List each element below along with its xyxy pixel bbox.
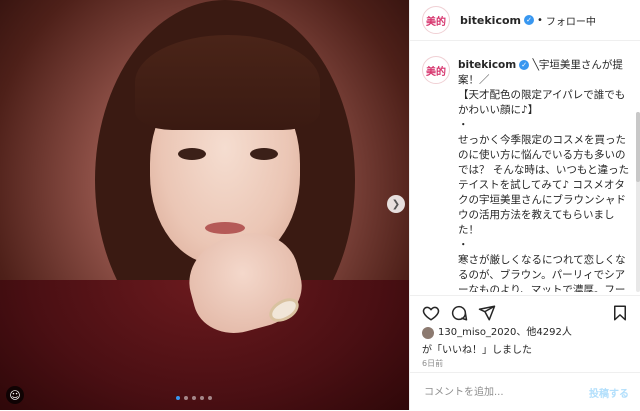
action-bar [410, 295, 640, 326]
bookmark-icon[interactable] [611, 304, 629, 322]
likes-line1[interactable]: 130_miso_2020、他4292人 [438, 326, 572, 340]
post-sidebar: 美的 bitekicom ✓ • フォロー中 美的 bitekicom ✓ ╲宇垣… [409, 0, 640, 410]
post-timestamp[interactable]: 6日前 [422, 358, 443, 369]
verified-icon: ✓ [519, 60, 530, 70]
likes-line2: が「いいね！」しました [422, 345, 532, 356]
share-icon[interactable] [478, 304, 496, 322]
account-username[interactable]: bitekicom [460, 14, 521, 27]
avatar[interactable]: 美的 [422, 6, 450, 34]
comment-icon[interactable] [450, 304, 468, 322]
caption-avatar[interactable]: 美的 [422, 56, 450, 84]
post-photo[interactable]: ❯ ☺ [0, 0, 409, 410]
carousel-dot [200, 396, 204, 400]
caption-text: bitekicom ✓ ╲宇垣美里さんが提案！／ 【天才配色の限定アイパレで誰でも… [458, 58, 634, 292]
carousel-dot [192, 396, 196, 400]
caption-scrollbar[interactable] [636, 112, 640, 292]
heart-icon[interactable] [422, 304, 440, 322]
following-button[interactable]: フォロー中 [546, 13, 596, 28]
caption-username[interactable]: bitekicom [458, 59, 516, 71]
verified-icon: ✓ [524, 15, 534, 25]
comment-box: 投稿する [410, 372, 640, 411]
caption-area: 美的 bitekicom ✓ ╲宇垣美里さんが提案！／ 【天才配色の限定アイパレで… [410, 52, 640, 292]
chevron-right-icon[interactable]: ❯ [387, 195, 405, 213]
likes-summary: 130_miso_2020、他4292人 [422, 326, 637, 340]
liker-avatar[interactable] [422, 327, 434, 339]
carousel-dot [184, 396, 188, 400]
carousel-dot [176, 396, 180, 400]
carousel-dot [208, 396, 212, 400]
accessibility-icon[interactable]: ☺ [6, 386, 24, 404]
post-header: 美的 bitekicom ✓ • フォロー中 [410, 0, 640, 41]
comment-input[interactable] [422, 385, 586, 399]
separator-dot: • [537, 14, 543, 26]
caption-body: ╲宇垣美里さんが提案！／ 【天才配色の限定アイパレで誰でもかわいい顔に♪】 ・ … [458, 59, 630, 292]
instagram-post: ❯ ☺ 美的 bitekicom ✓ • フォロー中 美的 bitekicom ✓… [0, 0, 640, 410]
post-comment-button[interactable]: 投稿する [589, 385, 629, 400]
carousel-indicator [176, 396, 212, 400]
